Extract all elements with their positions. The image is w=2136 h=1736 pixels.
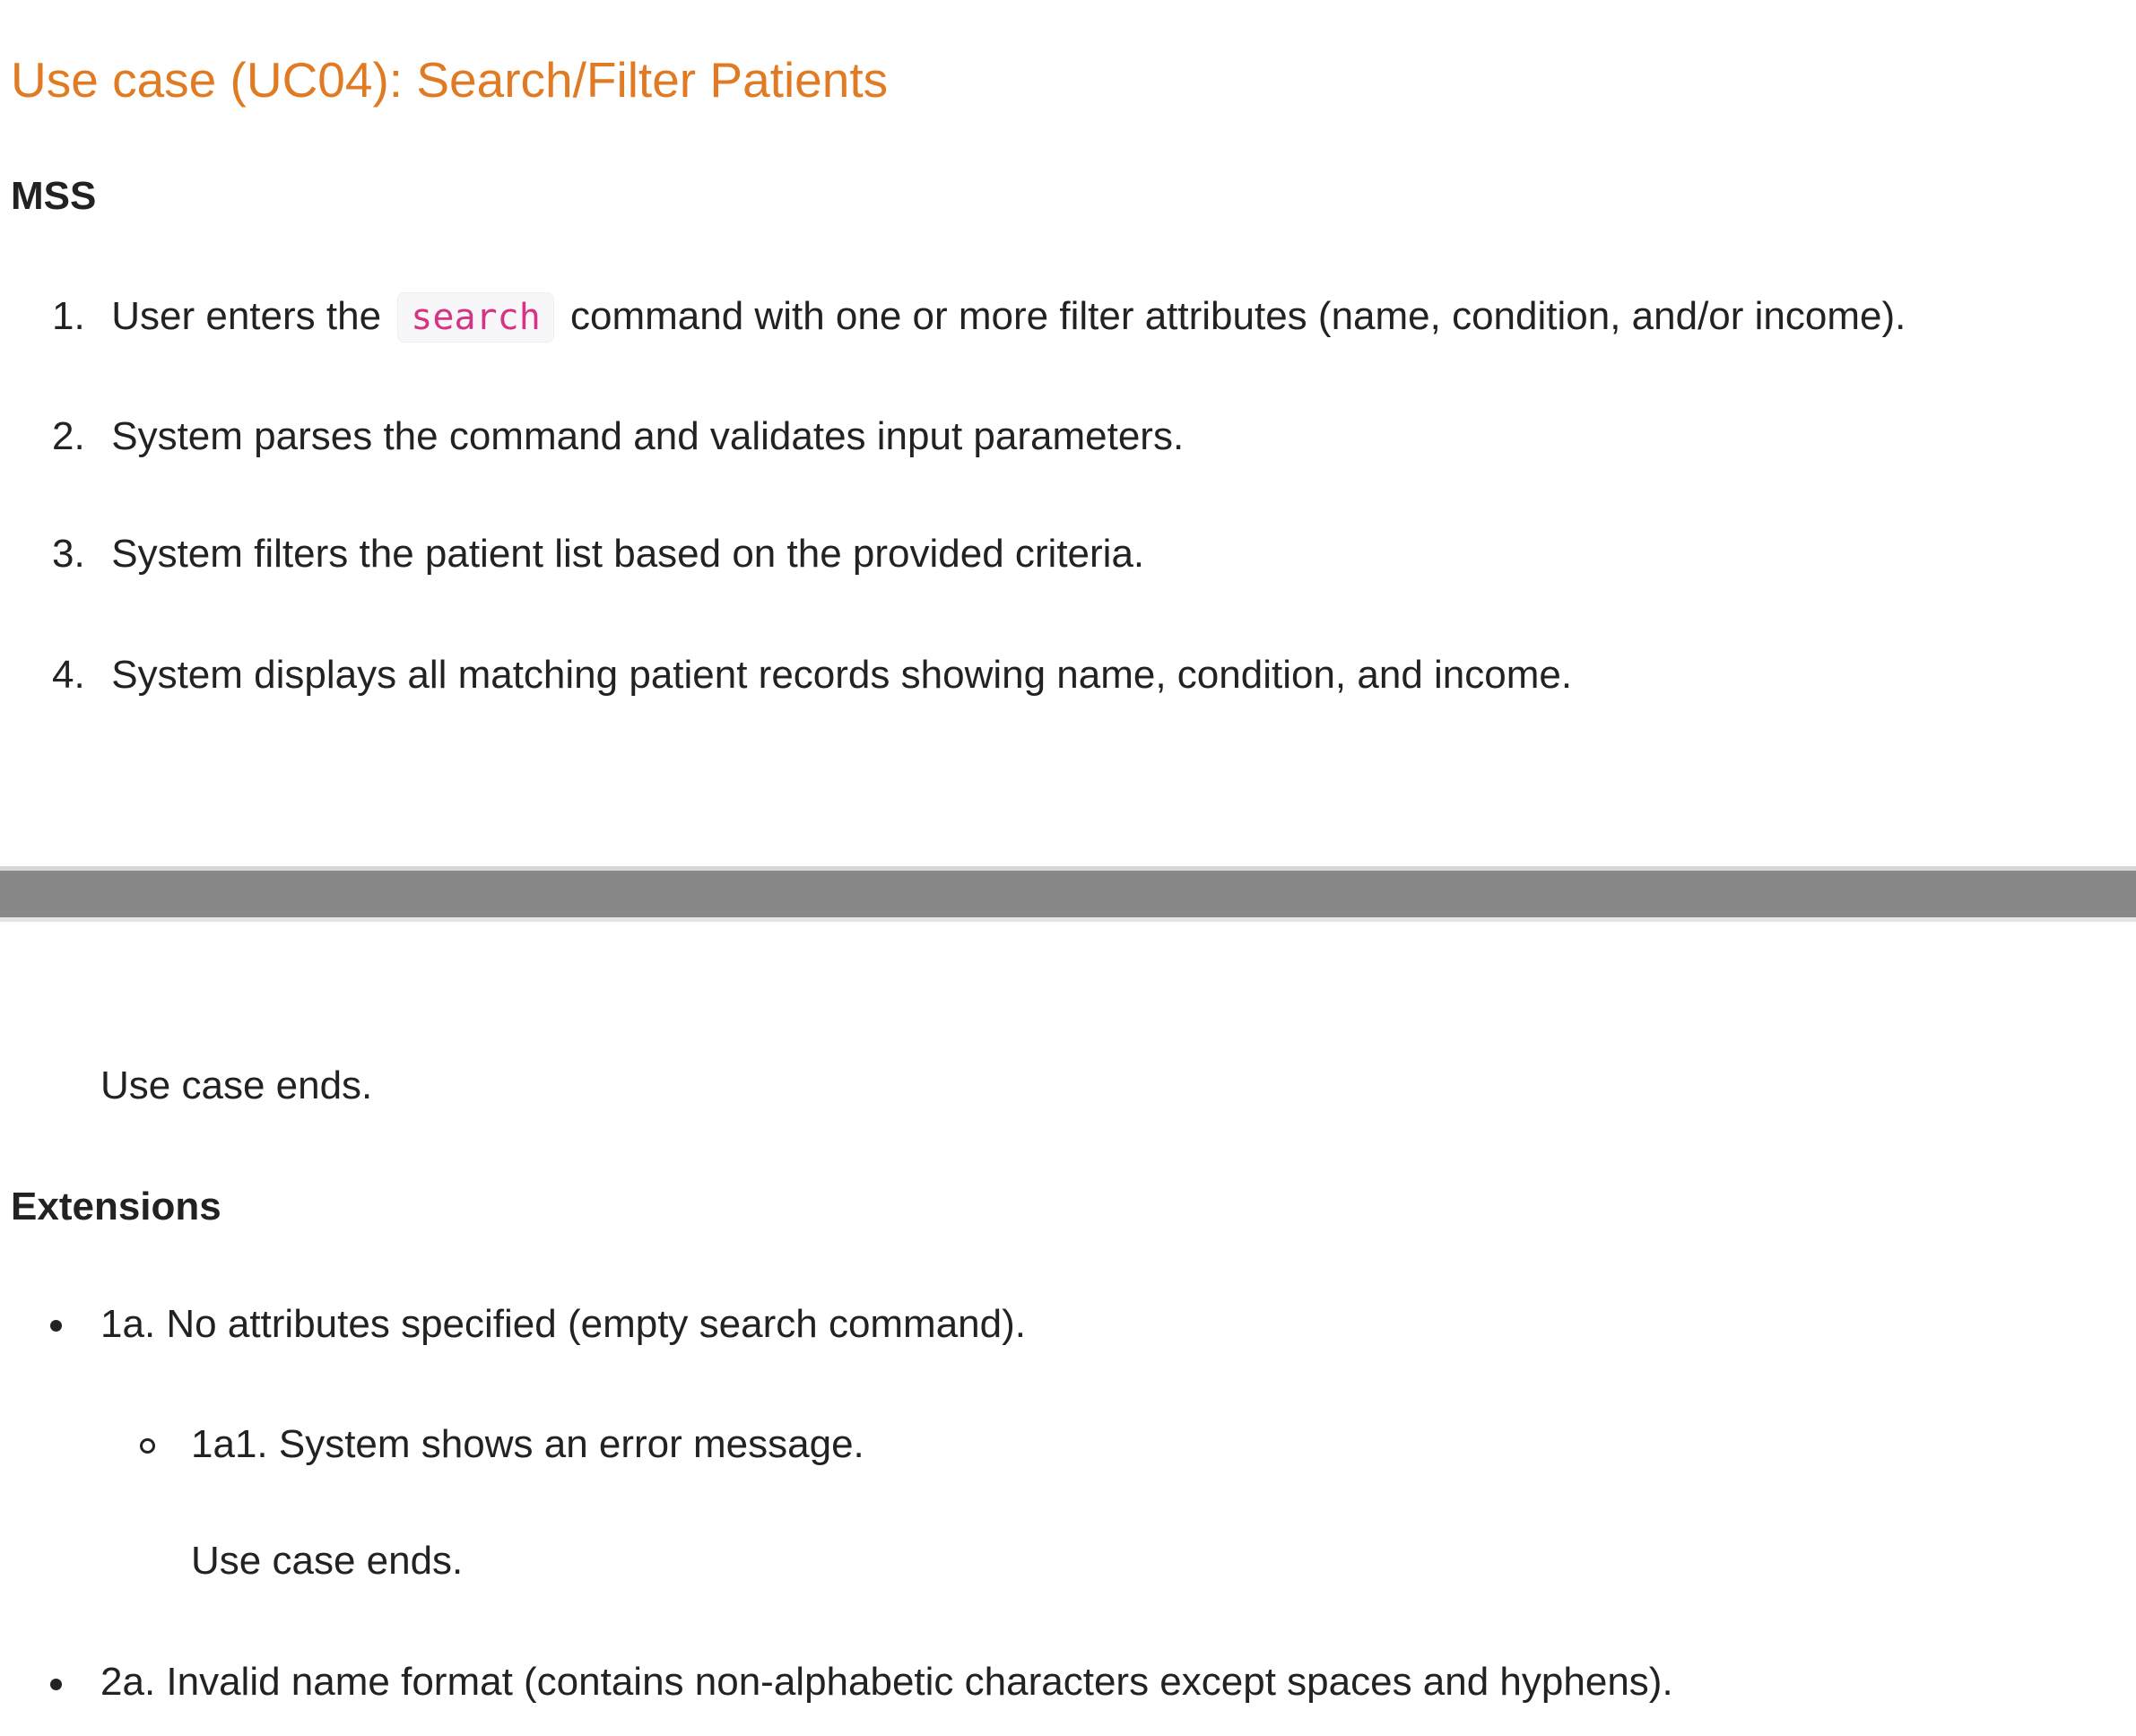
- step-text-before: User enters the: [111, 294, 382, 338]
- bullet-disc-icon: [50, 1679, 62, 1690]
- step-text-after: command with one or more filter attribut…: [570, 294, 1906, 338]
- step-text: System displays all matching patient rec…: [111, 653, 1573, 697]
- mss-step-3: 3. System filters the patient list based…: [52, 529, 1144, 579]
- extension-item-1a: 1a. No attributes specified (empty searc…: [100, 1302, 1027, 1346]
- mss-use-case-ends: Use case ends.: [100, 1063, 373, 1107]
- extension-subitem-1a1: 1a1. System shows an error message.: [191, 1422, 864, 1466]
- mss-step-1: 1. User enters the search command with o…: [52, 291, 1906, 343]
- step-text: System filters the patient list based on…: [111, 532, 1145, 576]
- page-title: Use case (UC04): Search/Filter Patients: [11, 52, 889, 108]
- mss-step-2: 2. System parses the command and validat…: [52, 412, 1184, 462]
- step-number: 2.: [52, 414, 85, 458]
- bullet-circle-icon: [140, 1438, 155, 1454]
- inline-code-search: search: [397, 292, 554, 343]
- horizontal-divider: [0, 866, 2136, 922]
- extensions-heading: Extensions: [11, 1185, 221, 1228]
- bullet-disc-icon: [50, 1320, 62, 1332]
- step-text: System parses the command and validates …: [111, 414, 1185, 458]
- document-page: Use case (UC04): Search/Filter Patients …: [0, 0, 2136, 1736]
- extension-item-2a: 2a. Invalid name format (contains non-al…: [100, 1660, 1673, 1704]
- mss-step-4: 4. System displays all matching patient …: [52, 650, 1572, 700]
- step-number: 3.: [52, 532, 85, 576]
- mss-heading: MSS: [11, 174, 97, 218]
- step-number: 4.: [52, 653, 85, 697]
- extension-use-case-ends: Use case ends.: [191, 1539, 464, 1583]
- step-number: 1.: [52, 294, 85, 338]
